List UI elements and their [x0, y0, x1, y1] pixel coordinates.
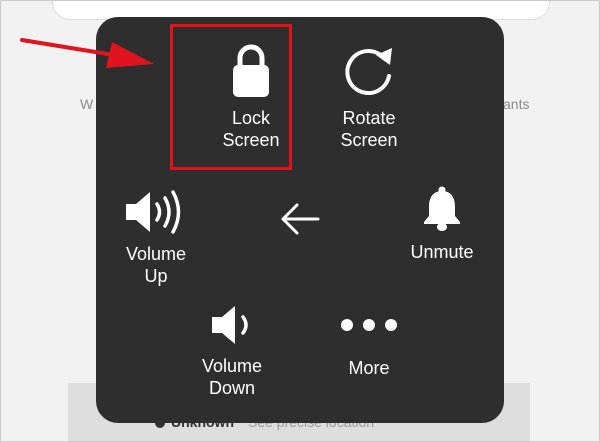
volume-down-button[interactable]: Volume Down — [172, 303, 292, 399]
more-dots-icon — [341, 319, 397, 331]
lock-screen-button[interactable]: Lock Screen — [191, 43, 311, 151]
more-label: More — [348, 358, 390, 378]
annotation-arrow-icon — [20, 38, 154, 68]
rotate-icon — [345, 48, 392, 96]
back-arrow-icon — [281, 203, 320, 235]
volume-down-label: Volume Down — [201, 356, 263, 398]
volume-up-icon — [126, 190, 181, 234]
assistive-touch-menu: Lock Screen Rotate Screen Volume Up Unmu… — [96, 17, 504, 423]
more-button[interactable]: More — [309, 315, 429, 379]
volume-up-label: Volume Up — [125, 244, 187, 286]
lock-icon — [233, 44, 269, 97]
unmute-label: Unmute — [410, 242, 474, 262]
lock-screen-label: Lock Screen — [222, 108, 280, 150]
volume-up-button[interactable]: Volume Up — [96, 189, 216, 287]
back-button[interactable] — [270, 201, 330, 237]
volume-down-icon — [212, 306, 248, 344]
bell-icon — [424, 186, 460, 231]
unmute-button[interactable]: Unmute — [386, 185, 498, 263]
rotate-screen-button[interactable]: Rotate Screen — [309, 45, 429, 151]
rotate-screen-label: Rotate Screen — [340, 108, 398, 150]
background-text-right: ants — [503, 96, 530, 112]
background-text-left: W — [80, 96, 94, 112]
